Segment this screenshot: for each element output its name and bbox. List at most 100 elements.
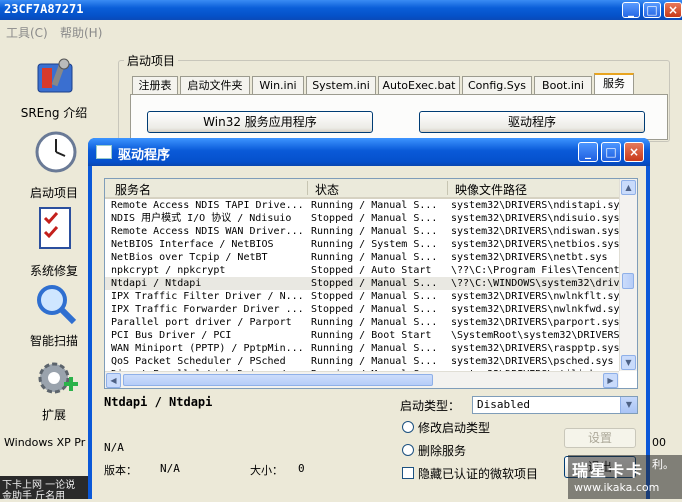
column-divider[interactable] — [447, 181, 448, 195]
startup-type-label: 启动类型： — [400, 399, 461, 413]
tab-config-sys[interactable]: Config.Sys — [462, 76, 532, 94]
cell-service-name: Remote Access NDIS TAPI Drive... — [111, 200, 304, 211]
startup-type-select[interactable]: Disabled ▼ — [472, 396, 638, 414]
table-row[interactable]: PCI Bus Driver / PCI Running / Boot Start… — [105, 329, 619, 342]
set-button[interactable]: 设置 — [564, 428, 636, 448]
drivers-dialog: 驱动程序 _ □ × 服务名 状态 映像文件路径 Remote Access N… — [88, 138, 650, 499]
cell-image-path: system32\DRIVERS\nwlnkflt.sys — [451, 291, 619, 302]
sidebar-item-smart-scan[interactable]: 智能扫描 — [8, 282, 100, 348]
cell-status: Running / Manual S... — [311, 252, 438, 263]
table-row[interactable]: QoS Packet Scheduler / PSched Running / M… — [105, 355, 619, 368]
cell-status: Running / Manual S... — [311, 226, 438, 237]
cell-image-path: \??\C:\Program Files\Tencent — [451, 265, 619, 276]
vertical-scroll-thumb[interactable] — [622, 273, 634, 289]
scroll-left-icon[interactable]: ◀ — [106, 373, 121, 388]
selected-driver-name: Ntdapi / Ntdapi — [104, 395, 213, 409]
cell-status: Running / Boot Start — [311, 330, 432, 341]
column-header-image-path[interactable]: 映像文件路径 — [455, 181, 527, 198]
table-row[interactable]: IPX Traffic Forwarder Driver ... Stopped … — [105, 303, 619, 316]
maximize-button[interactable]: □ — [643, 2, 661, 18]
checklist-icon — [39, 207, 71, 249]
table-row[interactable]: Remote Access NDIS WAN Driver... Running … — [105, 225, 619, 238]
magnifier-icon — [37, 285, 77, 325]
dialog-title: 驱动程序 — [118, 148, 171, 163]
dialog-maximize-button[interactable]: □ — [601, 142, 621, 162]
win32-services-button[interactable]: Win32 服务应用程序 — [147, 111, 373, 133]
sidebar-item-sreng-intro[interactable]: SREng 介绍 — [8, 56, 100, 122]
hide-microsoft-label[interactable]: 隐藏已认证的微软项目 — [418, 465, 538, 482]
cell-service-name: IPX Traffic Filter Driver / N... — [111, 291, 304, 302]
menu-tools[interactable]: 工具(C) — [6, 24, 48, 41]
delete-service-label[interactable]: 删除服务 — [418, 442, 466, 459]
close-button[interactable]: × — [664, 2, 682, 18]
table-row[interactable]: IPX Traffic Filter Driver / N... Stopped … — [105, 290, 619, 303]
drivers-button[interactable]: 驱动程序 — [419, 111, 645, 133]
menu-help[interactable]: 帮助(H) — [60, 24, 102, 41]
sidebar-label-system-repair: 系统修复 — [29, 264, 78, 278]
list-rows: Remote Access NDIS TAPI Drive... Running … — [105, 199, 619, 373]
scroll-down-icon[interactable]: ▼ — [621, 355, 636, 370]
minimize-button[interactable]: _ — [622, 2, 640, 18]
tab-services[interactable]: 服务 — [594, 73, 634, 95]
window-icon — [96, 145, 112, 159]
column-divider[interactable] — [307, 181, 308, 195]
cell-service-name: npkcrypt / npkcrypt — [111, 265, 226, 276]
cell-status: Stopped / Auto Start — [311, 265, 432, 276]
background-fragment: 00 — [652, 436, 666, 449]
cell-image-path: system32\DRIVERS\psched.sys — [451, 356, 614, 367]
table-row[interactable]: npkcrypt / npkcrypt Stopped / Auto Start \… — [105, 264, 619, 277]
chevron-down-icon[interactable]: ▼ — [620, 397, 637, 413]
modify-startup-radio[interactable] — [402, 421, 414, 433]
sidebar-item-startup[interactable]: 启动项目 — [8, 130, 100, 200]
tab-startup-folder[interactable]: 启动文件夹 — [180, 76, 250, 94]
size-label: 大小： — [250, 464, 283, 477]
driver-list[interactable]: 服务名 状态 映像文件路径 Remote Access NDIS TAPI Dr… — [104, 178, 638, 389]
scroll-right-icon[interactable]: ▶ — [603, 373, 618, 388]
modify-startup-label[interactable]: 修改启动类型 — [418, 419, 490, 436]
hide-microsoft-checkbox[interactable] — [402, 467, 414, 479]
cell-image-path: system32\DRIVERS\parport.sys — [451, 317, 619, 328]
toolbox-icon — [37, 58, 73, 93]
table-row[interactable]: NetBIOS Interface / NetBIOS Running / Sys… — [105, 238, 619, 251]
cell-service-name: NetBIOS Interface / NetBIOS — [111, 239, 274, 250]
tab-registry[interactable]: 注册表 — [132, 76, 178, 94]
column-header-status[interactable]: 状态 — [315, 181, 339, 198]
tab-system-ini[interactable]: System.ini — [306, 76, 376, 94]
table-row[interactable]: NetBios over Tcpip / NetBT Running / Manu… — [105, 251, 619, 264]
main-title-bar: 23CF7A87271 _ □ × — [0, 0, 682, 20]
cell-image-path: system32\DRIVERS\raspptp.sys — [451, 343, 619, 354]
tab-autoexec-bat[interactable]: AutoExec.bat — [378, 76, 460, 94]
cell-status: Running / Manual S... — [311, 356, 438, 367]
sidebar-label-startup: 启动项目 — [29, 186, 78, 200]
tab-boot-ini[interactable]: Boot.ini — [534, 76, 592, 94]
dialog-close-button[interactable]: × — [624, 142, 644, 162]
column-header-service-name[interactable]: 服务名 — [115, 181, 151, 198]
version-label: 版本： — [104, 464, 137, 477]
table-row[interactable]: NDIS 用户模式 I/O 协议 / Ndisuio Stopped / Manu… — [105, 212, 619, 225]
watermark-url: www.ikaka.com — [574, 481, 660, 494]
sidebar: SREng 介绍 启动项目 系统修复 智能扫描 扩展 — [0, 44, 100, 444]
table-row[interactable]: Ntdapi / Ntdapi Stopped / Manual S... \??\… — [105, 277, 619, 290]
table-row[interactable]: WAN Miniport (PPTP) / PptpMin... Running … — [105, 342, 619, 355]
version-value: N/A — [160, 462, 180, 475]
cell-status: Stopped / Manual S... — [311, 278, 438, 289]
cell-service-name: NetBios over Tcpip / NetBT — [111, 252, 268, 263]
sidebar-item-system-repair[interactable]: 系统修复 — [8, 206, 100, 278]
horizontal-scrollbar[interactable]: ◀ ▶ — [105, 371, 619, 388]
scroll-up-icon[interactable]: ▲ — [621, 180, 636, 195]
dialog-minimize-button[interactable]: _ — [578, 142, 598, 162]
services-tab-panel: Win32 服务应用程序 驱动程序 — [130, 94, 668, 140]
cell-service-name: Ntdapi / Ntdapi — [111, 278, 202, 289]
tab-win-ini[interactable]: Win.ini — [252, 76, 304, 94]
cell-image-path: system32\DRIVERS\netbios.sys — [451, 239, 619, 250]
cell-service-name: Parallel port driver / Parport — [111, 317, 292, 328]
vertical-scrollbar[interactable]: ▲ ▼ — [619, 179, 637, 371]
table-row[interactable]: Parallel port driver / Parport Running / … — [105, 316, 619, 329]
horizontal-scroll-thumb[interactable] — [123, 374, 433, 386]
cell-service-name: QoS Packet Scheduler / PSched — [111, 356, 286, 367]
window-title: 23CF7A87271 — [4, 2, 84, 16]
size-value: 0 — [298, 462, 305, 475]
table-row[interactable]: Remote Access NDIS TAPI Drive... Running … — [105, 199, 619, 212]
delete-service-radio[interactable] — [402, 444, 414, 456]
sidebar-item-extensions[interactable]: 扩展 — [8, 356, 100, 422]
